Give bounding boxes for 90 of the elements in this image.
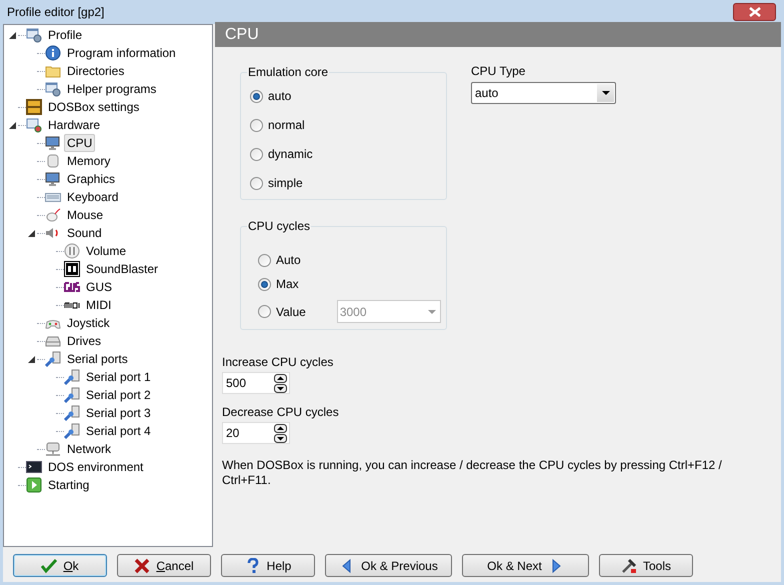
- up-down-arrows-icon[interactable]: [274, 424, 287, 442]
- radio-button[interactable]: [258, 305, 271, 318]
- radio-button[interactable]: [258, 278, 271, 290]
- tree-item[interactable]: Program information: [64, 44, 179, 62]
- mouse-icon: [45, 207, 61, 223]
- dialog-button[interactable]: Ok & Previous: [325, 554, 452, 577]
- tree-item[interactable]: Serial port 3: [83, 404, 154, 422]
- collapse-icon[interactable]: [8, 122, 16, 128]
- collapse-icon[interactable]: [28, 356, 34, 362]
- monitor-icon: [45, 171, 61, 187]
- radio-label: simple: [268, 175, 303, 192]
- plug-icon: [45, 351, 61, 367]
- tree-item[interactable]: Hardware: [45, 116, 104, 134]
- plug-icon: [64, 369, 80, 385]
- close-icon: [748, 7, 760, 17]
- field-label: Decrease CPU cycles: [222, 405, 340, 419]
- window-gear-icon: [45, 81, 61, 97]
- group-label: CPU cycles: [247, 218, 312, 234]
- tree-item[interactable]: Network: [64, 440, 114, 458]
- gus-card-icon: [64, 279, 80, 295]
- collapse-icon[interactable]: [28, 230, 34, 236]
- up-down-arrows-icon[interactable]: [274, 374, 287, 392]
- tree-item[interactable]: Serial port 1: [83, 368, 154, 386]
- terminal-icon: [26, 459, 42, 475]
- number-spinner[interactable]: 20: [222, 422, 290, 444]
- tree-item[interactable]: Serial ports: [64, 350, 131, 368]
- tree-item[interactable]: Sound: [64, 224, 105, 242]
- radio-label: Value: [276, 304, 306, 320]
- dialog-button[interactable]: Ok & Next: [462, 554, 589, 577]
- radio-label: Auto: [276, 252, 301, 269]
- close-button[interactable]: [733, 3, 776, 21]
- radio-label: auto: [268, 88, 292, 105]
- dialog-button[interactable]: Ok: [13, 554, 107, 577]
- sb-card-icon: [64, 261, 80, 277]
- tree-item[interactable]: Directories: [64, 62, 128, 80]
- window-gear-icon: [26, 27, 42, 43]
- tree-item[interactable]: Memory: [64, 152, 114, 170]
- tree-item[interactable]: Helper programs: [64, 80, 160, 98]
- radio-button[interactable]: [250, 148, 263, 160]
- tree-item[interactable]: Drives: [64, 332, 104, 350]
- tree-item[interactable]: DOS environment: [45, 458, 146, 476]
- monitor-icon: [45, 135, 61, 151]
- tree-item[interactable]: Serial port 4: [83, 422, 154, 440]
- page-title: CPU: [225, 24, 259, 44]
- tree-item[interactable]: Graphics: [64, 170, 118, 188]
- dosbox-logo-icon: [26, 99, 42, 115]
- radio-button[interactable]: [250, 90, 263, 102]
- plug-icon: [64, 423, 80, 439]
- dropdown-arrow-icon: [602, 91, 610, 95]
- tree-item[interactable]: Joystick: [64, 314, 113, 332]
- number-spinner[interactable]: 500: [222, 372, 290, 394]
- window-settings-icon: [26, 117, 42, 133]
- radio-button[interactable]: [258, 254, 271, 266]
- window-title: Profile editor [gp2]: [7, 4, 104, 21]
- radio-button[interactable]: [250, 176, 263, 190]
- tree-item[interactable]: Volume: [83, 242, 130, 260]
- radio-label: Max: [276, 276, 299, 293]
- info-icon: [45, 45, 61, 61]
- tree-item[interactable]: Keyboard: [64, 188, 122, 206]
- radio-button[interactable]: [250, 118, 263, 132]
- hint-text: When DOSBox is running, you can increase / decrease the CPU cycles by pressing Ctrl+F12 / Ctrl+F11.: [222, 458, 722, 488]
- field-label: CPU Type: [471, 64, 526, 78]
- dropdown-arrow-icon: [428, 310, 436, 314]
- play-icon: [26, 477, 42, 493]
- tree-item[interactable]: Mouse: [64, 206, 106, 224]
- dialog-button[interactable]: Help: [221, 554, 315, 577]
- radio-label: normal: [268, 117, 305, 134]
- field-label: Increase CPU cycles: [222, 355, 334, 369]
- plug-icon: [64, 387, 80, 403]
- plug-icon: [64, 405, 80, 421]
- tree-item[interactable]: CPU: [64, 134, 96, 152]
- question-mark-icon: [244, 558, 261, 574]
- radio-label: dynamic: [268, 146, 313, 163]
- tree-item[interactable]: MIDI: [83, 296, 114, 314]
- checkmark-icon: [41, 558, 58, 574]
- knob-icon: [64, 243, 80, 259]
- tree-item[interactable]: SoundBlaster: [83, 260, 162, 278]
- collapse-icon[interactable]: [8, 32, 16, 38]
- tree-item[interactable]: Serial port 2: [83, 386, 154, 404]
- network-drive-icon: [45, 441, 61, 457]
- cross-icon: [134, 558, 150, 574]
- cpu-type-dropdown[interactable]: auto: [471, 82, 616, 104]
- tree-item[interactable]: Profile: [45, 26, 86, 44]
- tree-item[interactable]: DOSBox settings: [45, 98, 142, 116]
- tree-item[interactable]: GUS: [83, 278, 116, 296]
- tools-icon: [620, 558, 637, 574]
- tree-item[interactable]: Starting: [45, 476, 92, 494]
- dialog-button[interactable]: Cancel: [117, 554, 211, 577]
- cylinder-icon: [45, 153, 61, 169]
- dialog-button[interactable]: Tools: [599, 554, 693, 577]
